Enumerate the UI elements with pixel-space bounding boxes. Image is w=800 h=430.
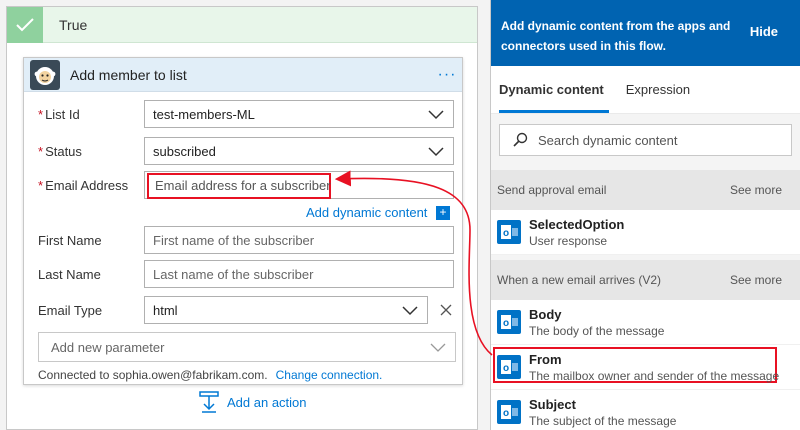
tab-dynamic-content[interactable]: Dynamic content bbox=[499, 76, 604, 103]
email-type-value: html bbox=[153, 302, 178, 318]
first-name-field[interactable]: First name of the subscriber bbox=[144, 226, 454, 254]
list-id-dropdown[interactable]: test-members-ML bbox=[144, 100, 454, 128]
svg-text:o: o bbox=[503, 228, 509, 239]
svg-text:o: o bbox=[503, 408, 509, 419]
first-name-placeholder: First name of the subscriber bbox=[153, 232, 315, 248]
list-item-selectedoption[interactable]: o SelectedOption User response bbox=[491, 210, 800, 255]
chevron-down-icon bbox=[430, 343, 446, 352]
item-title: SelectedOption bbox=[529, 217, 625, 232]
add-action-button[interactable]: Add an action bbox=[199, 391, 307, 413]
section-title: When a new email arrives (V2) bbox=[497, 273, 662, 287]
email-type-label: Email Type bbox=[38, 302, 103, 318]
search-icon bbox=[513, 132, 528, 147]
branch-header[interactable]: True bbox=[7, 6, 477, 43]
email-row: * Email Address Email address for a subsc… bbox=[24, 171, 464, 199]
hide-button[interactable]: Hide bbox=[750, 24, 778, 39]
add-action-icon bbox=[199, 391, 219, 413]
required-marker: * bbox=[38, 177, 44, 193]
add-new-parameter-dropdown[interactable]: Add new parameter bbox=[38, 332, 456, 362]
email-type-dropdown[interactable]: html bbox=[144, 296, 428, 324]
list-id-row: * List Id test-members-ML bbox=[24, 100, 464, 128]
panel-header: Add dynamic content from the apps and co… bbox=[491, 0, 800, 66]
connected-to-text: Connected to sophia.owen@fabrikam.com. bbox=[38, 368, 268, 382]
chevron-down-icon bbox=[428, 147, 444, 157]
email-placeholder: Email address for a subscriber bbox=[155, 177, 331, 193]
section-header-new-email-arrives: When a new email arrives (V2) See more bbox=[491, 260, 800, 300]
true-branch: True Add member to list ··· * List Id tes… bbox=[6, 6, 478, 430]
first-name-row: First Name First name of the subscriber bbox=[24, 226, 464, 254]
connection-info: Connected to sophia.owen@fabrikam.com. Ch… bbox=[38, 368, 382, 382]
status-row: * Status subscribed bbox=[24, 137, 464, 165]
svg-text:o: o bbox=[503, 318, 509, 329]
required-marker: * bbox=[38, 143, 44, 159]
search-area bbox=[491, 114, 800, 170]
add-dynamic-content-link[interactable]: Add dynamic content bbox=[306, 205, 427, 220]
dynamic-content-panel: Add dynamic content from the apps and co… bbox=[490, 0, 800, 430]
clear-icon[interactable] bbox=[438, 302, 454, 318]
see-more-link[interactable]: See more bbox=[730, 183, 782, 197]
outlook-icon: o bbox=[497, 355, 521, 379]
see-more-link[interactable]: See more bbox=[730, 273, 782, 287]
search-box[interactable] bbox=[499, 124, 792, 156]
chevron-down-icon bbox=[402, 306, 418, 316]
tab-expression[interactable]: Expression bbox=[626, 76, 690, 103]
item-title: From bbox=[529, 352, 562, 367]
chevron-down-icon bbox=[428, 110, 444, 120]
search-input[interactable] bbox=[538, 132, 758, 148]
branch-title: True bbox=[59, 16, 88, 33]
list-id-label: * List Id bbox=[38, 106, 80, 122]
status-dropdown[interactable]: subscribed bbox=[144, 137, 454, 165]
item-description: User response bbox=[529, 234, 608, 248]
list-item-body[interactable]: o Body The body of the message bbox=[491, 300, 800, 345]
add-action-label: Add an action bbox=[227, 394, 307, 410]
email-type-row: Email Type html bbox=[24, 296, 464, 324]
add-new-parameter-label: Add new parameter bbox=[51, 339, 165, 355]
status-value: subscribed bbox=[153, 143, 216, 159]
active-tab-indicator bbox=[499, 110, 609, 113]
outlook-icon: o bbox=[497, 310, 521, 334]
email-field[interactable]: Email address for a subscriber bbox=[144, 171, 454, 199]
item-title: Body bbox=[529, 307, 562, 322]
last-name-label: Last Name bbox=[38, 266, 101, 282]
outlook-icon: o bbox=[497, 400, 521, 424]
card-title: Add member to list bbox=[70, 66, 187, 83]
section-title: Send approval email bbox=[497, 183, 607, 197]
add-dynamic-content-plus-icon[interactable]: + bbox=[436, 206, 450, 220]
svg-text:o: o bbox=[503, 363, 509, 374]
email-label: * Email Address bbox=[38, 177, 129, 193]
last-name-field[interactable]: Last name of the subscriber bbox=[144, 260, 454, 288]
item-description: The subject of the message bbox=[529, 414, 677, 428]
card-header[interactable]: Add member to list ··· bbox=[24, 58, 462, 92]
checkmark-icon bbox=[7, 6, 43, 43]
item-description: The mailbox owner and sender of the mess… bbox=[529, 369, 780, 383]
status-label: * Status bbox=[38, 143, 82, 159]
panel-tabs: Dynamic content Expression bbox=[491, 66, 800, 114]
last-name-row: Last Name Last name of the subscriber bbox=[24, 260, 464, 288]
item-title: Subject bbox=[529, 397, 576, 412]
list-id-value: test-members-ML bbox=[153, 106, 255, 122]
panel-header-text: Add dynamic content from the apps and co… bbox=[501, 19, 731, 53]
mailchimp-logo-icon bbox=[30, 59, 60, 90]
add-member-card: Add member to list ··· * List Id test-mem… bbox=[23, 57, 463, 385]
section-header-send-approval-email: Send approval email See more bbox=[491, 170, 800, 210]
required-marker: * bbox=[38, 106, 44, 122]
list-item-from[interactable]: o From The mailbox owner and sender of t… bbox=[491, 345, 800, 390]
item-description: The body of the message bbox=[529, 324, 665, 338]
list-item-subject[interactable]: o Subject The subject of the message bbox=[491, 390, 800, 430]
outlook-icon: o bbox=[497, 220, 521, 244]
more-options-icon[interactable]: ··· bbox=[432, 66, 462, 84]
first-name-label: First Name bbox=[38, 232, 102, 248]
last-name-placeholder: Last name of the subscriber bbox=[153, 266, 314, 282]
change-connection-link[interactable]: Change connection. bbox=[276, 368, 383, 382]
